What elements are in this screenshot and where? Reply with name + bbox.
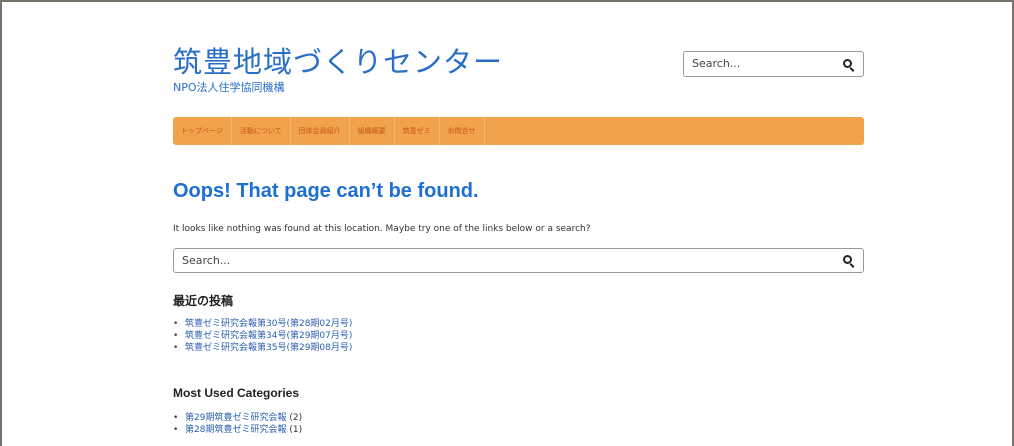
site-description: NPO法人住学協同機構	[173, 81, 285, 94]
category-count: (1)	[289, 425, 303, 435]
search-icon[interactable]	[843, 255, 852, 264]
categories-list: • 第29期筑豊ゼミ研究会報 (2) • 第28期筑豊ゼミ研究会報 (1)	[173, 412, 302, 436]
nav-item-organization[interactable]: 組織概要	[350, 117, 395, 145]
site-title[interactable]: 筑豊地域づくりセンター	[173, 46, 503, 78]
nav-item-seminar[interactable]: 筑豊ゼミ	[395, 117, 440, 145]
recent-post-link[interactable]: 筑豊ゼミ研究会報第34号(第29期07月号)	[185, 331, 352, 341]
list-item: • 第29期筑豊ゼミ研究会報 (2)	[173, 413, 303, 423]
list-item: • 筑豊ゼミ研究会報第34号(第29期07月号)	[173, 331, 353, 341]
recent-post-link[interactable]: 筑豊ゼミ研究会報第35号(第29期08月号)	[185, 343, 352, 353]
category-count: (2)	[289, 413, 303, 423]
category-link[interactable]: 第29期筑豊ゼミ研究会報	[185, 413, 286, 423]
nav-item-contact[interactable]: お問合せ	[440, 117, 485, 145]
main-search-placeholder: Search...	[182, 254, 231, 267]
recent-posts-title: 最近の投稿	[173, 294, 234, 308]
page-frame: 筑豊地域づくりセンター NPO法人住学協同機構 Search... トップページ…	[0, 0, 1014, 446]
nav-item-members[interactable]: 団体会員紹介	[291, 117, 350, 145]
not-found-message: It looks like nothing was found at this …	[173, 224, 591, 234]
search-icon[interactable]	[843, 59, 852, 68]
list-item: • 第28期筑豊ゼミ研究会報 (1)	[173, 425, 303, 435]
main-nav: トップページ 活動について 団体会員紹介 組織概要 筑豊ゼミ お問合せ	[173, 117, 864, 145]
page-title: Oops! That page can’t be found.	[173, 180, 479, 202]
recent-post-link[interactable]: 筑豊ゼミ研究会報第30号(第28期02月号)	[185, 319, 352, 329]
categories-title: Most Used Categories	[173, 386, 300, 400]
nav-item-top[interactable]: トップページ	[173, 117, 232, 145]
category-link[interactable]: 第28期筑豊ゼミ研究会報	[185, 425, 286, 435]
main-search-input[interactable]: Search...	[173, 248, 864, 273]
header-search-input[interactable]: Search...	[683, 51, 864, 77]
header-search-placeholder: Search...	[692, 57, 741, 70]
nav-item-activities[interactable]: 活動について	[232, 117, 291, 145]
recent-posts-list: • 筑豊ゼミ研究会報第30号(第28期02月号) • 筑豊ゼミ研究会報第34号(第2…	[173, 318, 352, 354]
list-item: • 筑豊ゼミ研究会報第30号(第28期02月号)	[173, 319, 353, 329]
list-item: • 筑豊ゼミ研究会報第35号(第29期08月号)	[173, 343, 353, 353]
